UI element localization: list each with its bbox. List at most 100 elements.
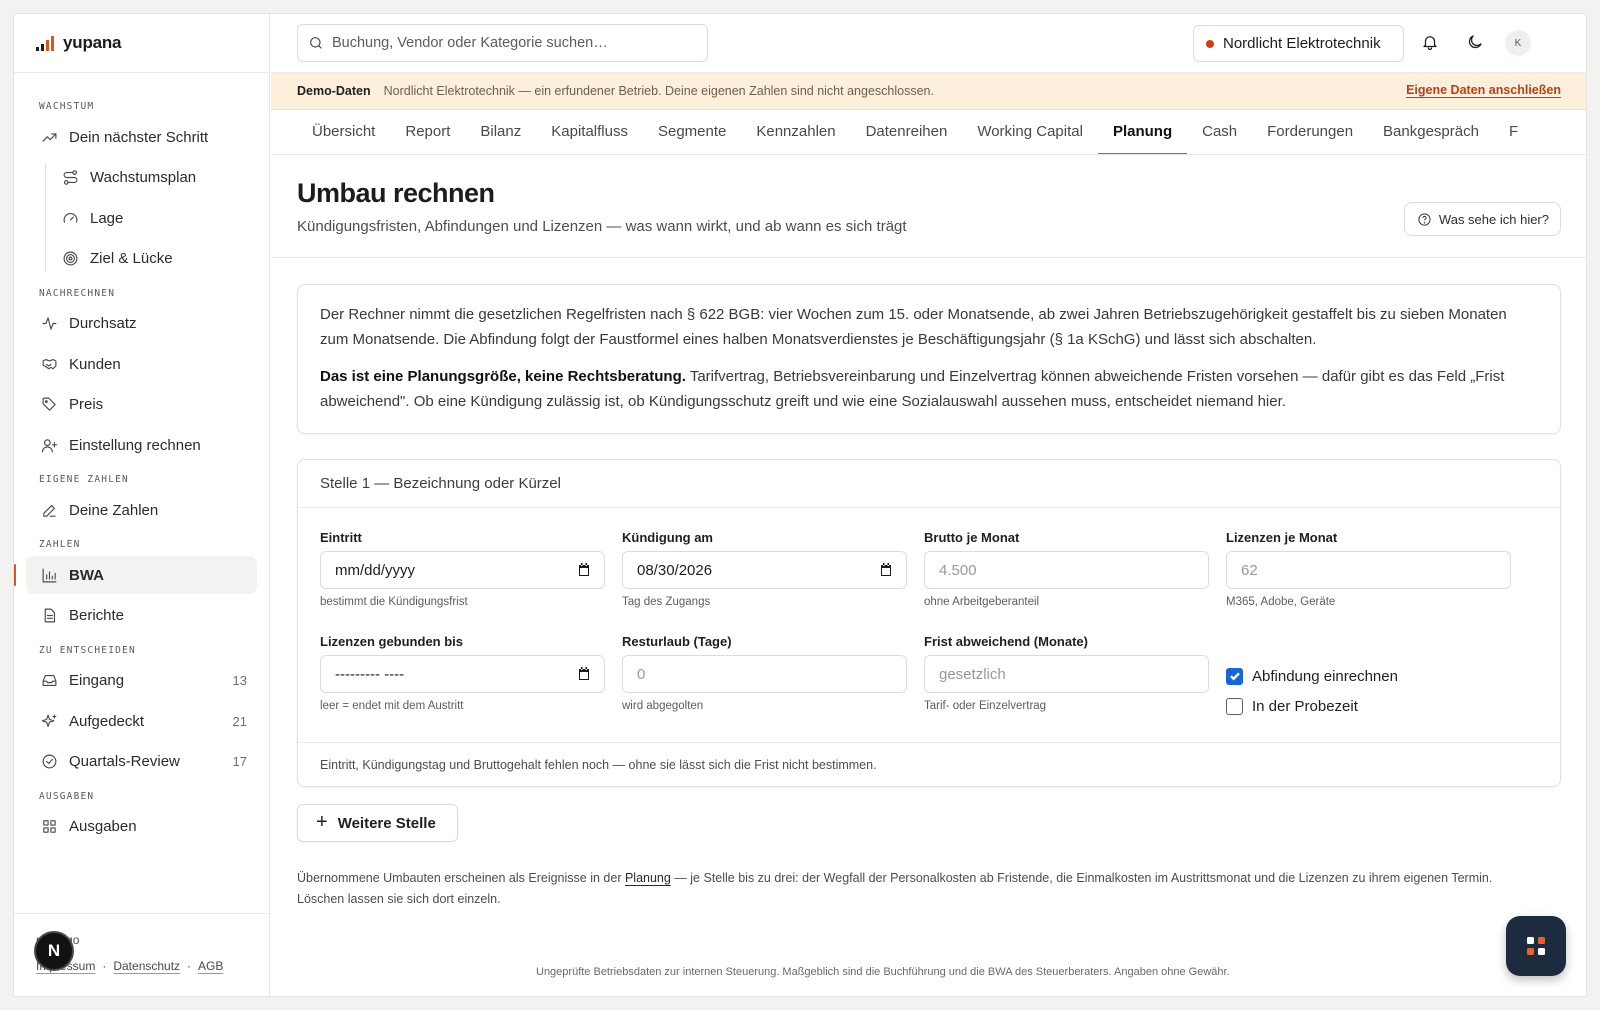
gauge-icon <box>60 208 80 228</box>
brand[interactable]: yupana <box>14 14 269 73</box>
tab-working-capital[interactable]: Working Capital <box>962 110 1098 154</box>
input-value: mm/dd/yyyy <box>335 561 416 579</box>
tab-overflow[interactable]: F <box>1494 110 1533 154</box>
eintritt-date-input[interactable]: mm/dd/yyyy <box>320 551 605 589</box>
brutto-input[interactable]: 4.500 <box>924 551 1209 589</box>
handshake-icon <box>39 354 59 374</box>
sidebar-item-label: Aufgedeckt <box>69 712 145 730</box>
checkbox-unchecked[interactable] <box>1226 697 1243 715</box>
stelle-title-input[interactable]: Stelle 1 — Bezeichnung oder Kürzel <box>298 460 1560 508</box>
sidebar-item-berichte[interactable]: Berichte <box>26 597 257 635</box>
field-hint: M365, Adobe, Geräte <box>1226 596 1336 608</box>
app-window: yupana WACHSTUM Dein nächster Schritt Wa… <box>13 13 1587 997</box>
tab-bilanz[interactable]: Bilanz <box>465 110 536 154</box>
separator: · <box>187 959 192 973</box>
sidebar-item-preis[interactable]: Preis <box>26 386 257 424</box>
help-button-label: Was sehe ich hier? <box>1438 211 1549 227</box>
sidebar-item-label: Durchsatz <box>69 315 137 332</box>
sidebar-item-wachstumsplan[interactable]: Wachstumsplan <box>44 159 257 197</box>
kuendigung-date-input[interactable]: 08/30/2026 <box>622 551 907 589</box>
sidebar-item-next-step[interactable]: Dein nächster Schritt <box>26 118 257 156</box>
field-label: Frist abweichend (Monate) <box>924 634 1088 649</box>
tab-planung[interactable]: Planung <box>1097 110 1188 154</box>
content: Der Rechner nimmt die gesetzlichen Regel… <box>297 284 1561 910</box>
field-hint: ohne Arbeitgeberanteil <box>924 596 1040 608</box>
sidebar-item-eingang[interactable]: Eingang 13 <box>26 662 257 700</box>
connect-data-link[interactable]: Eigene Daten anschließen <box>1406 83 1561 97</box>
add-stelle-button[interactable]: + Weitere Stelle <box>297 804 458 842</box>
sidebar-item-bwa[interactable]: BWA <box>14 556 257 594</box>
sidebar-item-label: Deine Zahlen <box>69 501 159 519</box>
sidebar-item-deine-zahlen[interactable]: Deine Zahlen <box>26 491 257 529</box>
tab-cash[interactable]: Cash <box>1187 110 1252 154</box>
field-label: Kündigung am <box>622 530 713 545</box>
tab-bar: Übersicht Report Bilanz Kapitalfluss Seg… <box>271 110 1586 155</box>
sidebar-item-label: Quartals-Review <box>69 753 180 770</box>
bell-icon[interactable] <box>1419 31 1441 53</box>
calendar-icon[interactable] <box>577 667 591 681</box>
trend-up-icon <box>39 127 59 147</box>
sidebar-item-ausgaben[interactable]: Ausgaben <box>26 808 257 846</box>
sidebar-item-durchsatz[interactable]: Durchsatz <box>26 305 257 343</box>
sidebar-item-ziel[interactable]: Ziel & Lücke <box>44 240 257 278</box>
avatar[interactable]: K <box>1505 30 1531 56</box>
planung-link[interactable]: Planung <box>625 871 671 885</box>
tab-datenreihen[interactable]: Datenreihen <box>851 110 963 154</box>
sidebar-item-einstellung[interactable]: Einstellung rechnen <box>26 426 257 464</box>
tab-bankgespraech[interactable]: Bankgespräch <box>1368 110 1494 154</box>
tab-report[interactable]: Report <box>390 110 465 154</box>
lizenzen-input[interactable]: 62 <box>1226 551 1511 589</box>
abfindung-checkbox[interactable]: Abfindung einrechnen <box>1226 661 1511 691</box>
moon-icon[interactable] <box>1464 31 1486 53</box>
field-label: Resturlaub (Tage) <box>622 634 732 649</box>
field-eintritt: Eintritt mm/dd/yyyy bestimmt die Kündigu… <box>320 530 605 634</box>
field-hint: bestimmt die Kündigungsfrist <box>320 596 468 608</box>
info-card: Der Rechner nimmt die gesetzlichen Regel… <box>297 284 1561 434</box>
info-paragraph-disclaimer: Das ist eine Planungsgröße, keine Rechts… <box>320 365 1538 414</box>
company-switcher[interactable]: Nordlicht Elektrotechnik <box>1193 25 1404 62</box>
frist-input[interactable]: gesetzlich <box>924 655 1209 693</box>
sidebar-item-quartals-review[interactable]: Quartals-Review 17 <box>26 743 257 781</box>
page-title: Umbau rechnen <box>297 178 495 208</box>
tab-kennzahlen[interactable]: Kennzahlen <box>741 110 850 154</box>
tab-kapitalfluss[interactable]: Kapitalfluss <box>536 110 643 154</box>
activity-icon <box>39 314 59 334</box>
resturlaub-input[interactable]: 0 <box>622 655 907 693</box>
page-subtitle: Kündigungsfristen, Abfindungen und Lizen… <box>297 218 907 235</box>
lizenzen-bis-month-input[interactable]: --------- ---- <box>320 655 605 693</box>
tab-segmente[interactable]: Segmente <box>643 110 741 154</box>
help-button[interactable]: Was sehe ich hier? <box>1403 202 1561 236</box>
tab-uebersicht[interactable]: Übersicht <box>297 110 390 154</box>
page-header: Umbau rechnen Kündigungsfristen, Abfindu… <box>271 155 1586 258</box>
calendar-icon[interactable] <box>879 563 893 577</box>
field-label: Lizenzen gebunden bis <box>320 634 464 649</box>
app-menu-button[interactable] <box>1506 916 1566 976</box>
inbox-icon <box>39 671 59 691</box>
field-brutto: Brutto je Monat 4.500 ohne Arbeitgeberan… <box>924 530 1209 634</box>
validation-message: Eintritt, Kündigungstag und Bruttogehalt… <box>298 742 1560 786</box>
demo-banner: Demo-Daten Nordlicht Elektrotechnik — ei… <box>271 73 1586 110</box>
dev-tools-badge[interactable]: N <box>34 931 74 971</box>
tab-forderungen[interactable]: Forderungen <box>1252 110 1368 154</box>
separator: · <box>102 959 107 973</box>
field-lizenzen: Lizenzen je Monat 62 M365, Adobe, Geräte <box>1226 530 1511 634</box>
sidebar-item-aufgedeckt[interactable]: Aufgedeckt 21 <box>26 702 257 740</box>
calendar-icon[interactable] <box>577 563 591 577</box>
checkbox-checked[interactable] <box>1226 667 1243 685</box>
search-input[interactable]: Buchung, Vendor oder Kategorie suchen… <box>297 24 708 62</box>
sidebar-item-label: BWA <box>69 566 104 584</box>
section-label-nachrechnen: NACHRECHNEN <box>39 287 116 299</box>
datenschutz-link[interactable]: Datenschutz <box>113 959 180 973</box>
sidebar-item-lage[interactable]: Lage <box>44 199 257 237</box>
section-label-entscheiden: ZU ENTSCHEIDEN <box>39 644 136 656</box>
agb-link[interactable]: AGB <box>198 959 223 973</box>
probezeit-checkbox[interactable]: In der Probezeit <box>1226 691 1511 721</box>
field-hint: Tarif- oder Einzelvertrag <box>924 700 1047 712</box>
status-dot <box>1206 39 1214 48</box>
fab-square <box>1538 937 1545 944</box>
main-area: Buchung, Vendor oder Kategorie suchen… N… <box>271 14 1586 996</box>
sidebar-item-kunden[interactable]: Kunden <box>26 345 257 383</box>
demo-message: Nordlicht Elektrotechnik — ein erfundene… <box>383 84 934 98</box>
input-value: --------- ---- <box>335 665 405 683</box>
sidebar-item-label: Einstellung rechnen <box>69 436 201 454</box>
